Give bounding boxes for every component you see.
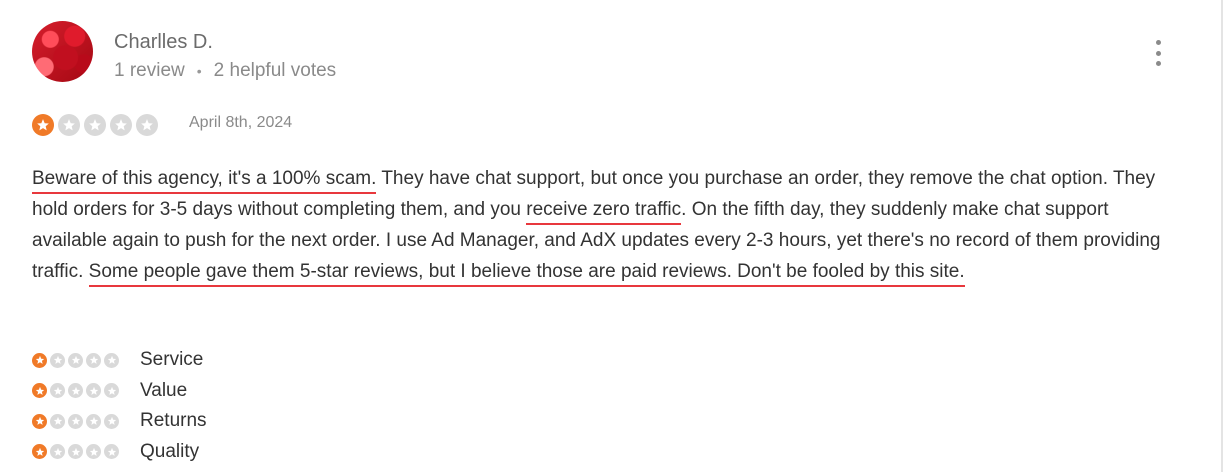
star-empty-icon bbox=[50, 413, 65, 429]
star-empty-icon bbox=[68, 352, 83, 368]
menu-dot bbox=[1155, 50, 1161, 56]
star-filled-icon bbox=[32, 383, 47, 399]
reviewer-meta: 1 review • 2 helpful votes bbox=[114, 60, 336, 82]
review-text: Beware of this agency, it's a 100% scam.… bbox=[32, 163, 1182, 287]
star-filled-icon bbox=[32, 352, 47, 368]
sub-rating-stars bbox=[32, 383, 140, 399]
reviewer-name[interactable]: Charlles D. bbox=[114, 31, 213, 54]
sub-rating-quality: Quality bbox=[32, 437, 207, 468]
star-filled-icon bbox=[32, 444, 47, 460]
sub-rating-label: Returns bbox=[140, 410, 207, 432]
highlighted-text: Some people gave them 5-star reviews, bu… bbox=[88, 261, 965, 287]
star-empty-icon bbox=[68, 444, 83, 460]
star-empty-icon bbox=[86, 413, 101, 429]
star-empty-icon bbox=[104, 444, 119, 460]
star-empty-icon bbox=[86, 352, 101, 368]
sub-rating-stars bbox=[32, 413, 140, 429]
highlighted-text: Beware of this agency, it's a 100% scam. bbox=[32, 168, 377, 194]
review-count: 1 review bbox=[114, 60, 185, 81]
star-empty-icon bbox=[50, 444, 65, 460]
avatar[interactable] bbox=[32, 21, 93, 82]
menu-dot bbox=[1155, 40, 1161, 45]
star-empty-icon bbox=[104, 413, 119, 429]
sub-rating-label: Value bbox=[140, 379, 188, 401]
star-empty-icon bbox=[136, 114, 158, 136]
sub-rating-returns: Returns bbox=[32, 406, 207, 437]
sub-rating-service: Service bbox=[32, 345, 207, 376]
star-filled-icon bbox=[32, 114, 54, 136]
star-empty-icon bbox=[86, 444, 101, 460]
sub-rating-stars bbox=[32, 352, 140, 368]
menu-dot bbox=[1155, 61, 1161, 66]
star-empty-icon bbox=[68, 413, 83, 429]
sub-rating-label: Service bbox=[140, 349, 204, 371]
review-date: April 8th, 2024 bbox=[189, 114, 293, 131]
star-empty-icon bbox=[58, 114, 80, 136]
sub-rating-label: Quality bbox=[140, 440, 200, 462]
meta-separator: • bbox=[196, 63, 202, 79]
star-empty-icon bbox=[104, 383, 119, 399]
star-empty-icon bbox=[84, 114, 106, 136]
highlighted-text: receive zero traffic bbox=[526, 199, 682, 225]
star-empty-icon bbox=[104, 352, 119, 368]
star-empty-icon bbox=[50, 383, 65, 399]
sub-ratings-list: Service Value Returns Quality bbox=[32, 345, 207, 467]
sub-rating-value: Value bbox=[32, 376, 207, 407]
overall-rating-stars bbox=[32, 114, 158, 136]
helpful-votes-count: 2 helpful votes bbox=[213, 60, 337, 81]
star-empty-icon bbox=[110, 114, 132, 136]
star-empty-icon bbox=[86, 383, 101, 399]
star-empty-icon bbox=[68, 383, 83, 399]
star-filled-icon bbox=[32, 413, 47, 429]
sub-rating-stars bbox=[32, 444, 140, 460]
more-vertical-icon[interactable] bbox=[1150, 40, 1166, 66]
star-empty-icon bbox=[50, 352, 65, 368]
